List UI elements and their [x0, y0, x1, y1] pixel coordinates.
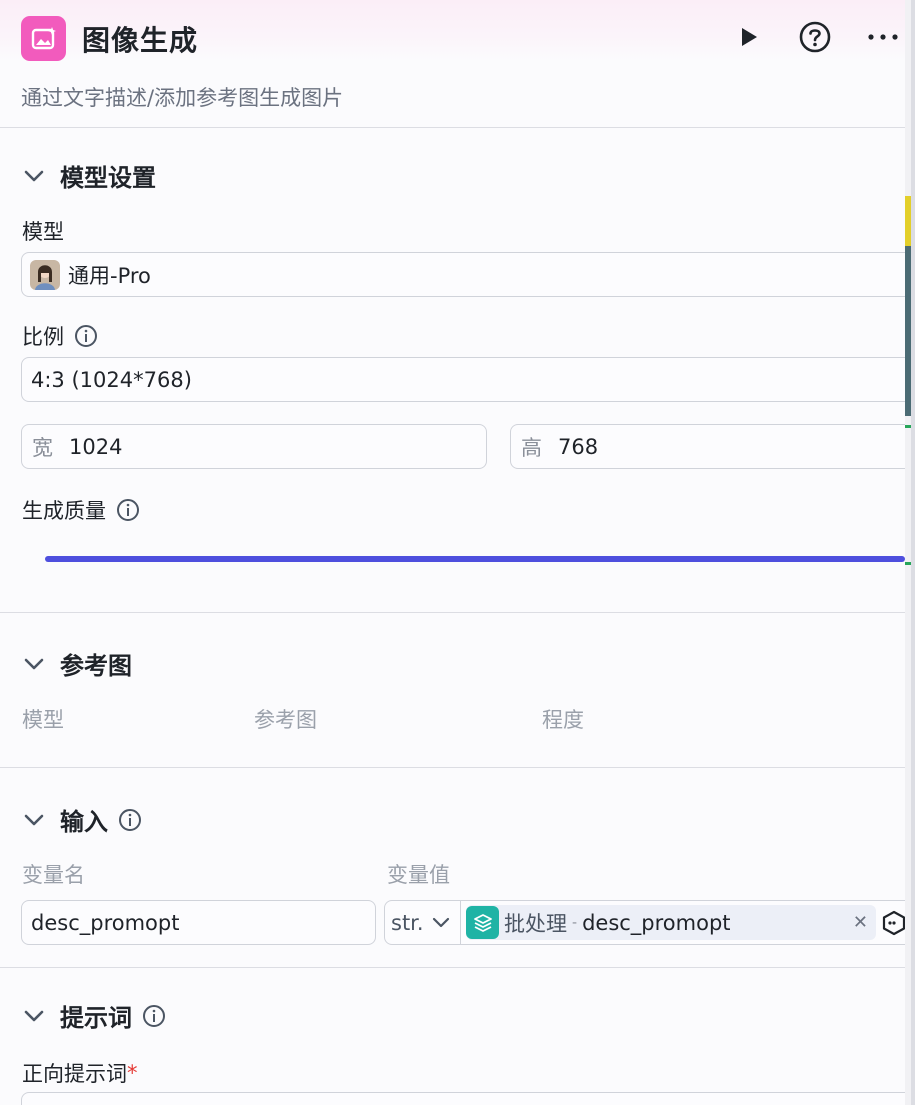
divider [0, 767, 905, 768]
run-button[interactable] [729, 18, 767, 56]
height-value: 768 [558, 434, 599, 459]
image-generate-icon [21, 16, 66, 61]
section-title-label: 模型设置 [60, 164, 156, 192]
column-header-model: 模型 [22, 708, 64, 732]
quality-label-text: 生成质量 [22, 499, 106, 523]
ratio-select[interactable]: 4:3 (1024*768) [21, 357, 905, 402]
quality-slider[interactable] [45, 556, 905, 562]
chevron-down-icon [432, 917, 449, 927]
ratio-label: 比例 [22, 321, 98, 351]
ratio-label-text: 比例 [22, 325, 64, 349]
chevron-down-icon [22, 808, 46, 832]
image-generation-panel: 图像生成 通过文字描述/添加参考图生成图片 模型设置 模型 通用-Pro 比例 … [0, 0, 905, 1105]
section-title-label: 参考图 [60, 652, 132, 680]
column-header-var-value: 变量值 [387, 863, 450, 887]
required-mark: * [127, 1061, 138, 1085]
column-header-var-name: 变量名 [22, 863, 85, 887]
section-model-settings[interactable]: 模型设置 [22, 158, 156, 193]
positive-prompt-label-text: 正向提示词 [22, 1062, 127, 1086]
info-icon[interactable] [142, 1004, 166, 1028]
section-title-label: 输入 [60, 808, 108, 836]
ref-separator: - [572, 914, 578, 931]
model-value: 通用-Pro [68, 263, 151, 288]
more-button[interactable] [864, 18, 902, 56]
more-icon [868, 34, 898, 40]
height-label: 高 [521, 435, 542, 460]
canvas-border [911, 0, 915, 1105]
width-input[interactable]: 宽 1024 [21, 424, 487, 469]
chevron-down-icon [22, 164, 46, 188]
background-canvas-edge [905, 0, 915, 1105]
section-title-label: 提示词 [60, 1004, 132, 1032]
type-value: str. [391, 910, 424, 935]
column-header-strength: 程度 [542, 708, 584, 732]
help-icon [799, 21, 831, 53]
model-select[interactable]: 通用-Pro [21, 252, 905, 297]
help-button[interactable] [796, 18, 834, 56]
height-input[interactable]: 高 768 [510, 424, 905, 469]
model-label: 模型 [22, 220, 64, 244]
chevron-down-icon [22, 652, 46, 676]
quality-label: 生成质量 [22, 495, 140, 525]
var-name-input[interactable]: desc_promopt [21, 900, 376, 945]
width-value: 1024 [69, 434, 123, 459]
info-icon[interactable] [118, 808, 142, 832]
page-title: 图像生成 [82, 24, 199, 57]
close-icon[interactable]: ✕ [853, 912, 868, 933]
var-value-input[interactable]: str. 批处理 - desc_promopt ✕ [384, 900, 905, 945]
divider [0, 127, 905, 128]
type-select[interactable]: str. [385, 901, 461, 944]
chevron-down-icon [22, 1004, 46, 1028]
var-name-value: desc_promopt [31, 910, 180, 935]
ratio-value: 4:3 (1024*768) [31, 367, 192, 392]
variable-picker-icon[interactable] [881, 910, 905, 936]
column-header-reference: 参考图 [254, 708, 317, 732]
ref-source: 批处理 [504, 911, 567, 936]
positive-prompt-label: 正向提示词 * [22, 1058, 138, 1088]
positive-prompt-input[interactable] [21, 1092, 905, 1105]
batch-icon [466, 906, 499, 939]
info-icon[interactable] [116, 498, 140, 522]
model-avatar [30, 259, 60, 290]
divider [0, 967, 905, 968]
section-reference[interactable]: 参考图 [22, 646, 132, 681]
ref-variable: desc_promopt [582, 910, 731, 935]
section-input[interactable]: 输入 [22, 802, 142, 837]
divider [0, 612, 905, 613]
width-label: 宽 [32, 435, 53, 460]
play-icon [742, 28, 757, 46]
variable-reference-tag[interactable]: 批处理 - desc_promopt ✕ [466, 905, 876, 940]
page-subtitle: 通过文字描述/添加参考图生成图片 [21, 86, 344, 110]
section-prompt[interactable]: 提示词 [22, 998, 166, 1033]
info-icon[interactable] [74, 324, 98, 348]
